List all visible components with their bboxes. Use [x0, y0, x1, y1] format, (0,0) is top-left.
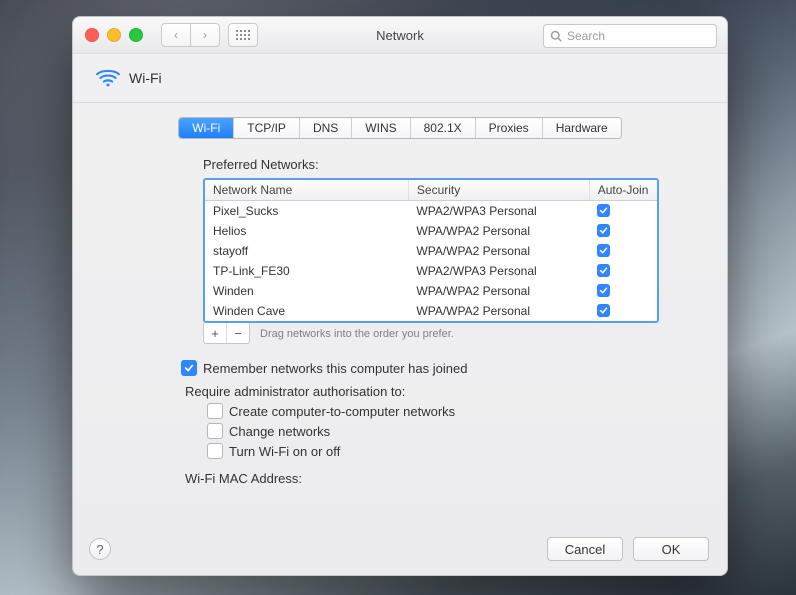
ok-button-label: OK [662, 542, 681, 557]
wifi-icon [95, 65, 121, 91]
remove-network-button[interactable]: − [227, 323, 249, 343]
search-placeholder: Search [567, 29, 605, 43]
create-c2c-checkbox[interactable] [207, 403, 223, 419]
network-preferences-window: ‹ › Network Search Wi-F [72, 16, 728, 576]
show-all-button[interactable] [228, 23, 258, 47]
tab-tcp-ip[interactable]: TCP/IP [234, 118, 300, 138]
network-name-cell: Pixel_Sucks [205, 201, 408, 222]
network-security-cell: WPA/WPA2 Personal [408, 241, 589, 261]
network-name-cell: Winden Cave [205, 301, 408, 321]
network-security-cell: WPA/WPA2 Personal [408, 281, 589, 301]
require-admin-label: Require administrator authorisation to: [185, 384, 727, 399]
add-remove-bar: + − Drag networks into the order you pre… [203, 323, 727, 344]
tab-wins[interactable]: WINS [352, 118, 410, 138]
options-group: Remember networks this computer has join… [181, 358, 727, 486]
search-field[interactable]: Search [543, 24, 717, 48]
network-name-cell: TP-Link_FE30 [205, 261, 408, 281]
table-row[interactable]: Pixel_SucksWPA2/WPA3 Personal [205, 201, 657, 222]
change-networks-checkbox[interactable] [207, 423, 223, 439]
back-button[interactable]: ‹ [161, 23, 191, 47]
toggle-wifi-checkbox[interactable] [207, 443, 223, 459]
table-row[interactable]: TP-Link_FE30WPA2/WPA3 Personal [205, 261, 657, 281]
create-c2c-label: Create computer-to-computer networks [229, 404, 455, 419]
network-security-cell: WPA/WPA2 Personal [408, 221, 589, 241]
autojoin-checkbox[interactable] [597, 204, 610, 217]
forward-button[interactable]: › [191, 23, 220, 47]
network-security-cell: WPA/WPA2 Personal [408, 301, 589, 321]
minus-icon: − [234, 326, 242, 341]
network-security-cell: WPA2/WPA3 Personal [408, 201, 589, 222]
nav-buttons: ‹ › [161, 23, 220, 47]
autojoin-checkbox[interactable] [597, 224, 610, 237]
remember-networks-checkbox[interactable] [181, 360, 197, 376]
close-window-button[interactable] [85, 28, 99, 42]
preferred-networks-table[interactable]: Network Name Security Auto-Join Pixel_Su… [203, 178, 659, 323]
column-header-security[interactable]: Security [408, 180, 589, 201]
tab-bar: Wi-FiTCP/IPDNSWINS802.1XProxiesHardware [73, 117, 727, 139]
autojoin-checkbox[interactable] [597, 244, 610, 257]
titlebar: ‹ › Network Search [73, 17, 727, 54]
search-icon [550, 30, 562, 42]
minimize-window-button[interactable] [107, 28, 121, 42]
add-network-button[interactable]: + [204, 323, 227, 343]
ok-button[interactable]: OK [633, 537, 709, 561]
cancel-button-label: Cancel [565, 542, 605, 557]
preferred-networks-label: Preferred Networks: [203, 157, 727, 172]
grid-icon [236, 30, 250, 40]
network-security-cell: WPA2/WPA3 Personal [408, 261, 589, 281]
window-controls [85, 28, 143, 42]
drag-hint: Drag networks into the order you prefer. [260, 328, 454, 340]
network-name-cell: stayoff [205, 241, 408, 261]
remember-networks-label: Remember networks this computer has join… [203, 361, 467, 376]
table-row[interactable]: WindenWPA/WPA2 Personal [205, 281, 657, 301]
autojoin-checkbox[interactable] [597, 304, 610, 317]
check-icon [184, 363, 194, 373]
column-header-name[interactable]: Network Name [205, 180, 408, 201]
dialog-footer: ? Cancel OK [73, 537, 727, 561]
chevron-right-icon: › [203, 28, 207, 42]
change-networks-label: Change networks [229, 424, 330, 439]
pane-header: Wi-Fi [73, 54, 727, 103]
mac-address-label: Wi-Fi MAC Address: [185, 471, 302, 486]
network-name-cell: Helios [205, 221, 408, 241]
toggle-wifi-label: Turn Wi-Fi on or off [229, 444, 340, 459]
tab-proxies[interactable]: Proxies [476, 118, 543, 138]
cancel-button[interactable]: Cancel [547, 537, 623, 561]
tab-dns[interactable]: DNS [300, 118, 352, 138]
zoom-window-button[interactable] [129, 28, 143, 42]
tab-802-1x[interactable]: 802.1X [411, 118, 476, 138]
pane-title: Wi-Fi [129, 70, 162, 86]
table-row[interactable]: stayoffWPA/WPA2 Personal [205, 241, 657, 261]
network-name-cell: Winden [205, 281, 408, 301]
autojoin-checkbox[interactable] [597, 264, 610, 277]
table-row[interactable]: HeliosWPA/WPA2 Personal [205, 221, 657, 241]
tab-wi-fi[interactable]: Wi-Fi [179, 118, 234, 138]
help-button[interactable]: ? [89, 538, 111, 560]
help-icon: ? [96, 542, 103, 557]
tab-hardware[interactable]: Hardware [543, 118, 621, 138]
column-header-autojoin[interactable]: Auto-Join [589, 180, 657, 201]
autojoin-checkbox[interactable] [597, 284, 610, 297]
table-row[interactable]: Winden CaveWPA/WPA2 Personal [205, 301, 657, 321]
plus-icon: + [211, 326, 219, 341]
chevron-left-icon: ‹ [174, 28, 178, 42]
